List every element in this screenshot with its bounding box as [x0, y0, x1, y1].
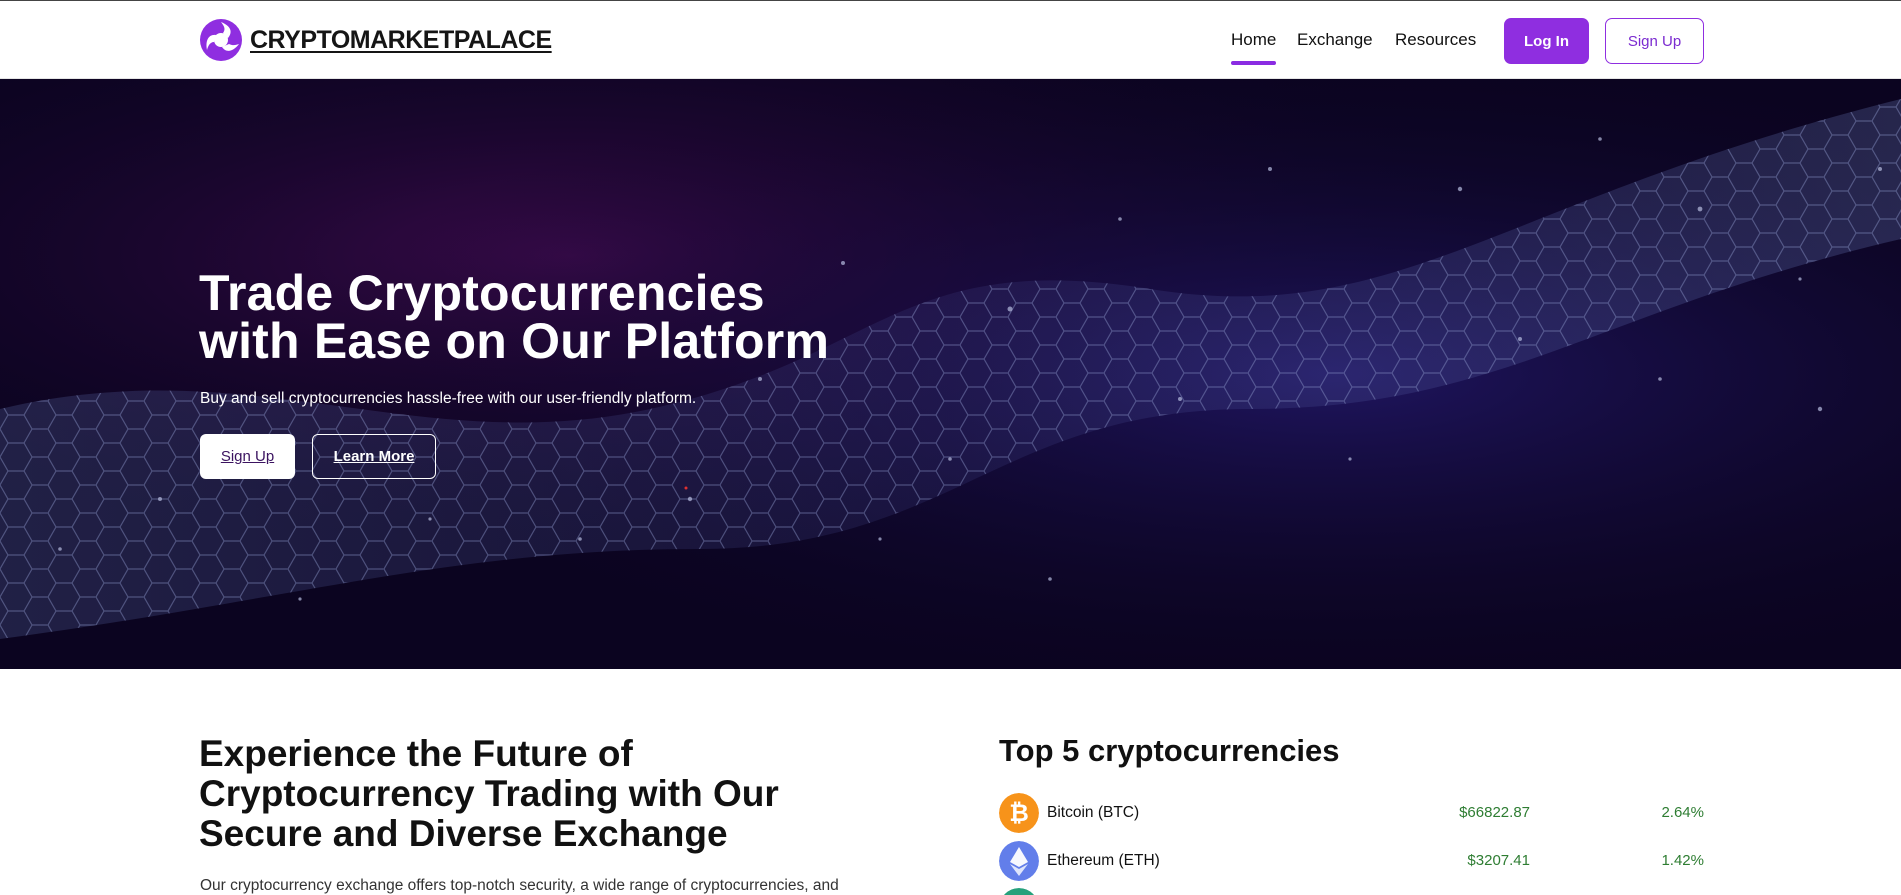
top5-heading: Top 5 cryptocurrencies	[999, 733, 1340, 768]
login-button[interactable]: Log In	[1504, 18, 1589, 64]
hero-learn-more-button[interactable]: Learn More	[312, 434, 436, 479]
hero-background-network-image	[0, 79, 1901, 669]
coin-price: $3207.41	[1467, 852, 1530, 869]
coin-row: ₿ Bitcoin (BTC) $66822.87 2.64%	[999, 793, 1704, 835]
hero-heading: Trade Cryptocurrencies with Ease on Our …	[199, 268, 959, 366]
svg-text:₿: ₿	[1009, 799, 1029, 827]
brand-logo-icon	[200, 19, 242, 61]
hero-signup-button[interactable]: Sign Up	[200, 434, 295, 479]
ethereum-icon	[999, 841, 1039, 881]
coin-name: Ethereum (ETH)	[1047, 852, 1160, 869]
hero-heading-line2: with Ease on Our Platform	[199, 313, 830, 369]
coin-change: 1.42%	[1661, 852, 1704, 869]
features-description: Our cryptocurrency exchange offers top-n…	[200, 877, 839, 894]
coin-row: Ethereum (ETH) $3207.41 1.42%	[999, 841, 1704, 883]
nav-exchange[interactable]: Exchange	[1297, 27, 1373, 55]
coin-change: 2.64%	[1661, 804, 1704, 821]
site-header: CRYPTOMARKETPALACE Home Exchange Resourc…	[0, 0, 1901, 79]
coin-name: Bitcoin (BTC)	[1047, 804, 1140, 821]
coin-icon	[1003, 888, 1035, 895]
nav-resources[interactable]: Resources	[1395, 27, 1476, 55]
coin-price: $66822.87	[1459, 804, 1530, 821]
coin-row	[999, 888, 1704, 895]
nav-home[interactable]: Home	[1231, 27, 1277, 65]
signup-button-header[interactable]: Sign Up	[1605, 18, 1704, 64]
brand-name: CRYPTOMARKETPALACE	[250, 25, 552, 54]
features-heading: Experience the Future of Cryptocurrency …	[199, 733, 779, 854]
brand-logo-link[interactable]: CRYPTOMARKETPALACE	[199, 17, 552, 63]
hero-subtitle: Buy and sell cryptocurrencies hassle-fre…	[200, 390, 697, 407]
hero-section: Trade Cryptocurrencies with Ease on Our …	[0, 79, 1901, 669]
bitcoin-icon: ₿	[999, 793, 1039, 833]
